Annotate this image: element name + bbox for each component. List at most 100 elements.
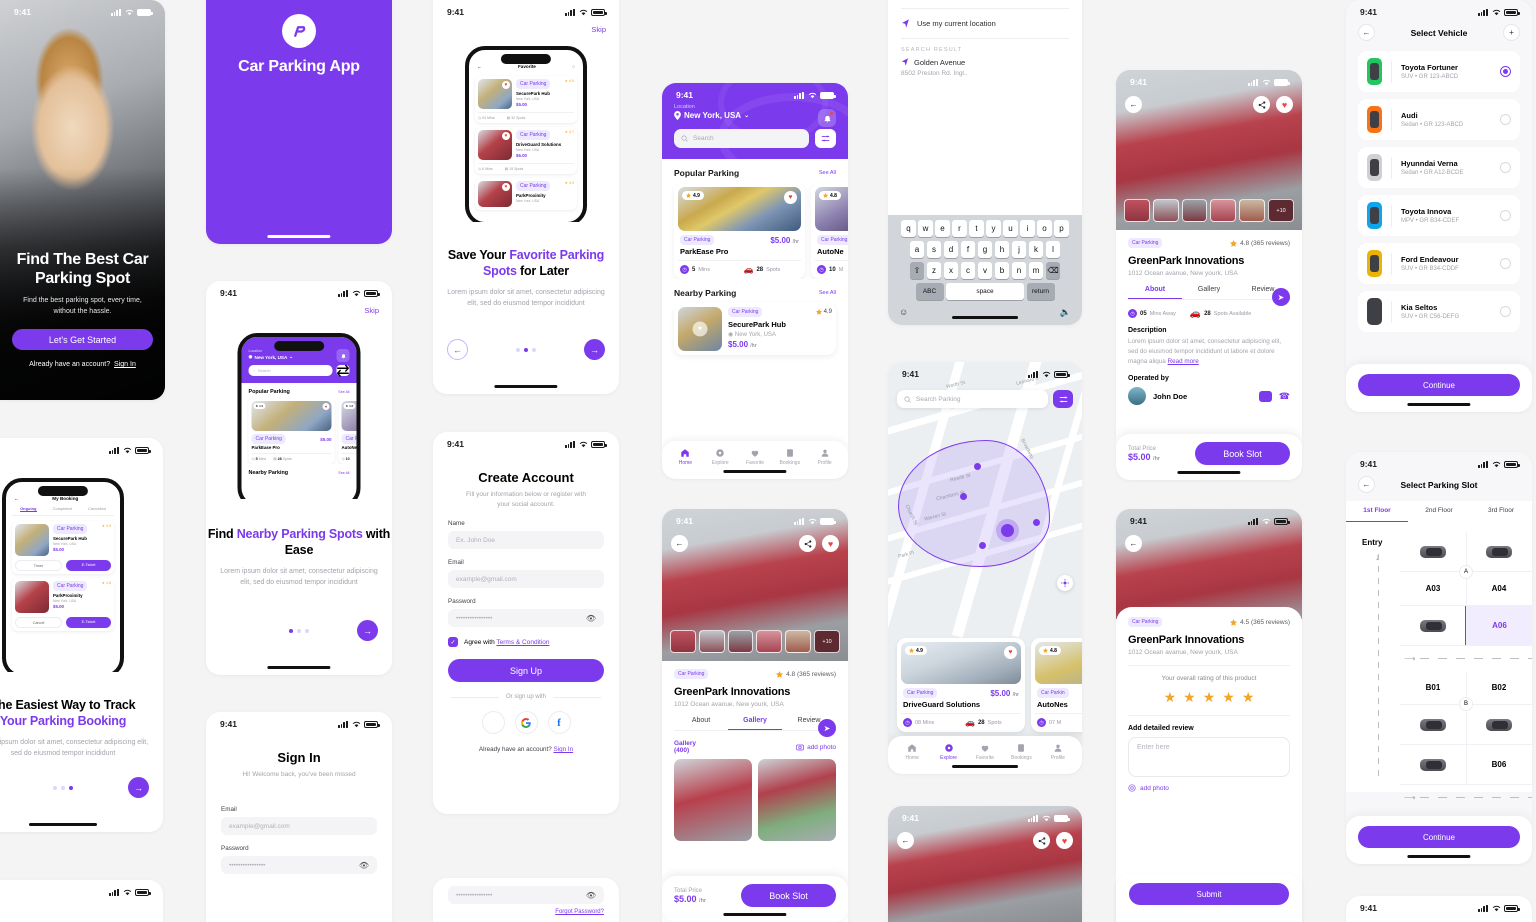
tab-explore[interactable]: Explore (930, 743, 966, 761)
key-g[interactable]: g (977, 241, 993, 258)
back-button[interactable]: ← (1358, 24, 1375, 41)
key-d[interactable]: d (943, 241, 959, 258)
tab-floor-2[interactable]: 2nd Floor (1408, 501, 1470, 522)
key-c[interactable]: c (960, 262, 976, 279)
terms-checkbox[interactable]: ✓ (448, 637, 458, 648)
directions-button[interactable]: ➤ (1272, 288, 1290, 306)
key-h[interactable]: h (994, 241, 1010, 258)
key-y[interactable]: y (986, 220, 1001, 237)
vehicle-radio[interactable] (1500, 306, 1511, 317)
sign-up-button[interactable]: Sign Up (448, 659, 604, 683)
add-vehicle-button[interactable]: + (1502, 24, 1520, 41)
parking-card[interactable]: 4.8 Car Parking AutoNe ◷ 10 M (811, 183, 848, 279)
notifications-button[interactable] (818, 109, 836, 127)
key-k[interactable]: k (1028, 241, 1044, 258)
vehicle-radio[interactable] (1500, 66, 1511, 77)
tab-bookings[interactable]: Bookings (772, 448, 807, 466)
tab-favorite[interactable]: Favorite (967, 743, 1003, 761)
share-button[interactable] (799, 535, 816, 552)
thumbnail[interactable] (698, 630, 725, 653)
vehicle-row[interactable]: Toyota Fortuner SUV • GR 123-ABCD (1358, 51, 1520, 92)
star-icon[interactable]: ★ (1222, 689, 1235, 706)
back-button[interactable]: ← (897, 832, 914, 849)
continue-button[interactable]: Continue (1358, 374, 1520, 396)
thumbnail[interactable] (727, 630, 754, 653)
tab-home[interactable]: Home (668, 448, 703, 466)
slot-b01[interactable]: B01 (1400, 671, 1466, 704)
filter-button[interactable] (1053, 390, 1073, 408)
prev-button[interactable]: ← (447, 339, 468, 360)
mic-key[interactable]: 🔈 (1060, 307, 1071, 318)
next-button[interactable]: → (584, 339, 605, 360)
vehicle-row[interactable]: Hyunndai Verna Sedan • GR A12-BCDE (1358, 147, 1520, 188)
key-p[interactable]: p (1054, 220, 1069, 237)
favorite-button[interactable]: ♥ (1276, 96, 1293, 113)
key-x[interactable]: x (943, 262, 959, 279)
back-button[interactable]: ← (1125, 96, 1142, 113)
vehicle-row[interactable]: Toyota Innova MPV • GR B34-CDEF (1358, 195, 1520, 236)
star-rating-input[interactable]: ★ ★ ★ ★ ★ (1128, 689, 1290, 706)
tab-floor-1[interactable]: 1st Floor (1346, 501, 1408, 522)
map-marker-selected[interactable] (1001, 524, 1014, 537)
use-current-location-row[interactable]: Use my current location (888, 9, 1082, 38)
email-input[interactable]: example@gmail.com (221, 817, 377, 836)
thumbnail[interactable] (785, 630, 812, 653)
locate-me-button[interactable] (1057, 575, 1073, 591)
thumbnail[interactable] (1181, 199, 1208, 222)
tab-home[interactable]: Home (894, 743, 930, 761)
tab-bookings[interactable]: Bookings (1003, 743, 1039, 761)
share-button[interactable] (1033, 832, 1050, 849)
return-key[interactable]: return (1026, 283, 1055, 300)
vehicle-radio[interactable] (1500, 162, 1511, 173)
continue-button[interactable]: Continue (1358, 826, 1520, 848)
star-icon[interactable]: ★ (1183, 689, 1196, 706)
map-marker[interactable] (979, 542, 986, 549)
tab-floor-3[interactable]: 3rd Floor (1470, 501, 1532, 522)
thumbnail[interactable] (1239, 199, 1266, 222)
tab-gallery[interactable]: Gallery (1182, 286, 1236, 299)
facebook-login-button[interactable]: f (547, 711, 571, 735)
key-j[interactable]: j (1011, 241, 1027, 258)
search-result-item[interactable]: Golden Avenue 8502 Preston Rd. Ingl.. (888, 57, 1082, 78)
key-n[interactable]: n (1011, 262, 1027, 279)
review-textarea[interactable]: Enter here (1128, 737, 1290, 777)
gallery-photo[interactable] (758, 759, 836, 841)
key-z[interactable]: z (926, 262, 942, 279)
more-photos-badge[interactable]: +10 (1268, 199, 1294, 222)
key-e[interactable]: e (935, 220, 950, 237)
gallery-photo[interactable] (674, 759, 752, 841)
key-f[interactable]: f (960, 241, 976, 258)
eye-off-icon[interactable]: 👁 (586, 891, 596, 900)
phone-icon[interactable]: ☎ (1279, 391, 1290, 402)
next-button[interactable]: → (128, 777, 149, 798)
see-all-link[interactable]: See All (819, 290, 836, 296)
tab-profile[interactable]: Profile (807, 448, 842, 466)
vehicle-radio[interactable] (1500, 114, 1511, 125)
key-v[interactable]: v (977, 262, 993, 279)
tab-about[interactable]: About (674, 717, 728, 730)
key-b[interactable]: b (994, 262, 1010, 279)
back-button[interactable]: ← (671, 535, 688, 552)
add-photo-button[interactable]: add photo (1128, 784, 1290, 792)
key-m[interactable]: m (1028, 262, 1044, 279)
sign-in-link[interactable]: Sign In (114, 361, 136, 368)
password-input[interactable]: •••••••••••••••• 👁 (448, 886, 604, 904)
terms-link[interactable]: Terms & Condition (496, 639, 549, 646)
shift-key[interactable]: ⇧ (909, 262, 925, 279)
google-login-button[interactable] (514, 711, 538, 735)
slot-b06[interactable]: B06 (1466, 745, 1532, 784)
favorite-button[interactable]: ♥ (784, 191, 797, 204)
key-l[interactable]: l (1045, 241, 1061, 258)
password-input[interactable]: •••••••••••••••• 👁 (221, 856, 377, 875)
parking-card[interactable]: 4.9 ♥ Car Parking $5.00 /hr DriveGuard S… (897, 638, 1025, 732)
next-button[interactable]: → (357, 620, 378, 641)
vehicle-row[interactable]: Ford Endeavour SUV • GR B34-CDDF (1358, 243, 1520, 284)
key-i[interactable]: i (1020, 220, 1035, 237)
vehicle-row[interactable]: Kia Seltos SUV • GR C56-DEFG (1358, 291, 1520, 332)
directions-button[interactable]: ➤ (818, 719, 836, 737)
map-marker[interactable] (1033, 519, 1040, 526)
submit-button[interactable]: Submit (1129, 883, 1289, 905)
skip-button[interactable]: Skip (364, 306, 379, 315)
thumbnail[interactable] (1210, 199, 1237, 222)
favorite-button[interactable]: ♥ (692, 321, 708, 337)
